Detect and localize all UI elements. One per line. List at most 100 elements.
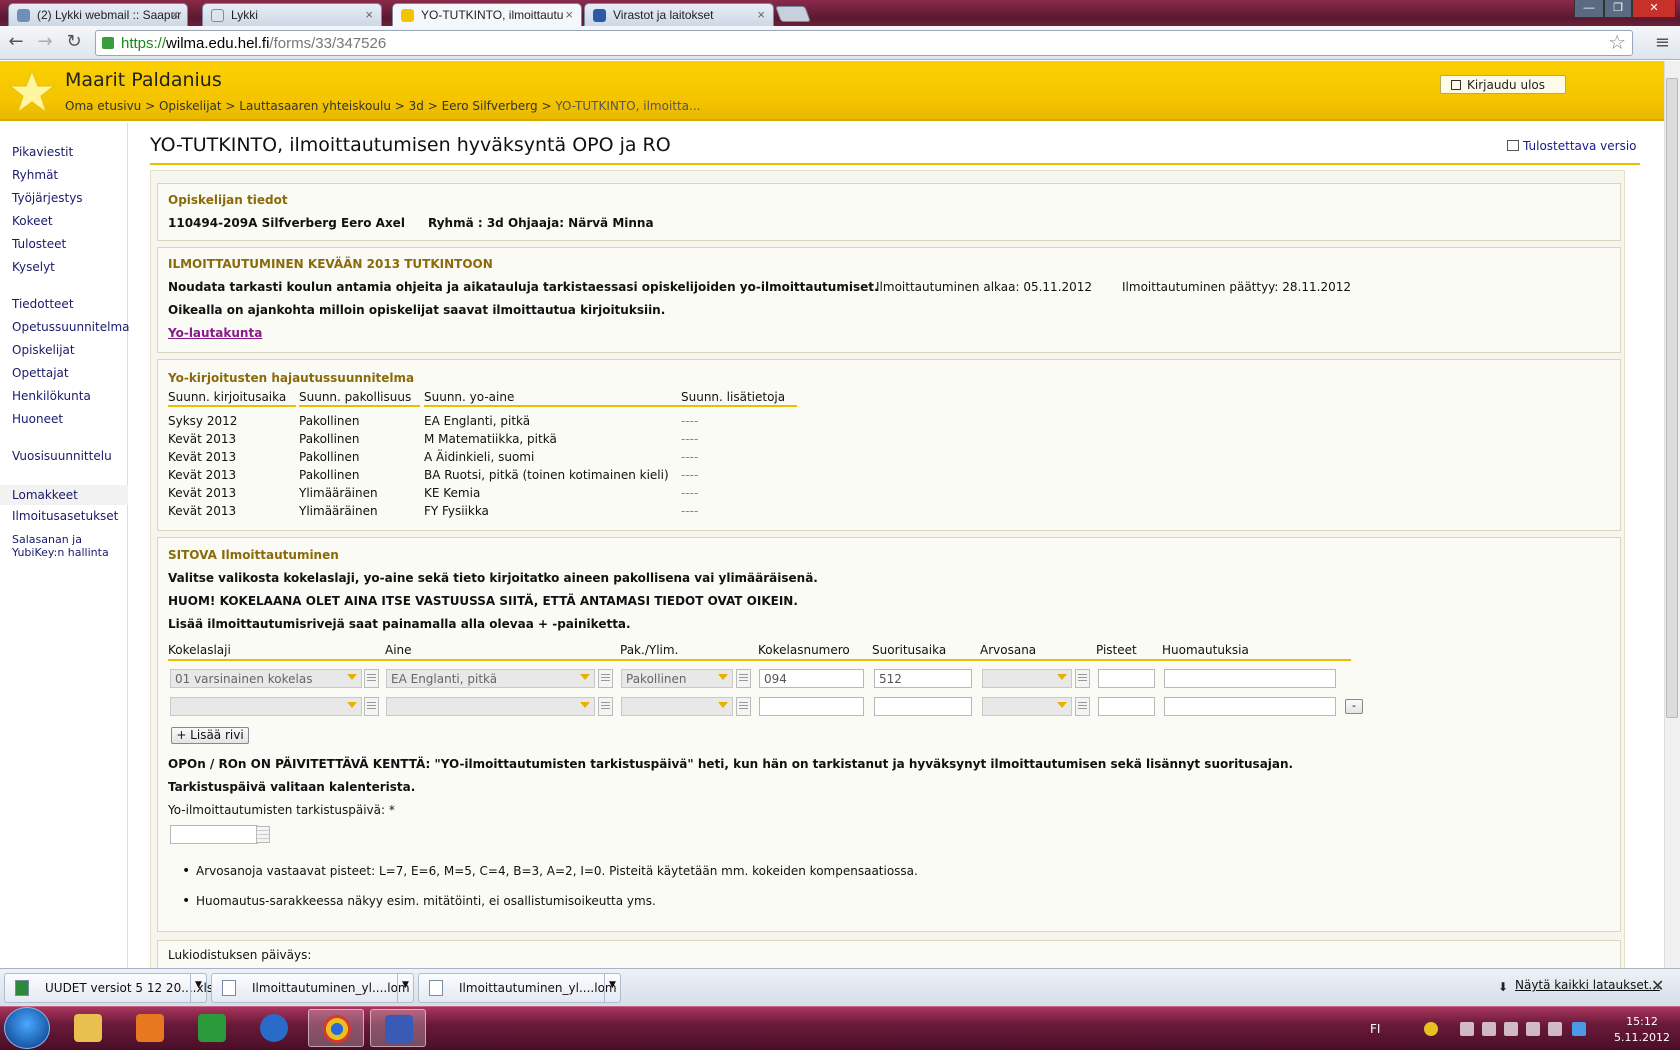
list-picker-button[interactable] (364, 697, 379, 716)
tray-icon[interactable] (1526, 1022, 1540, 1036)
sidebar-item-lomakkeet[interactable]: Lomakkeet (0, 485, 128, 505)
network-tray-icon[interactable] (1504, 1022, 1518, 1036)
sidebar-item-opiskelijat[interactable]: Opiskelijat (12, 343, 75, 357)
kokelaslaji-select[interactable]: 01 varsinainen kokelas (170, 669, 362, 688)
tab-virastot[interactable]: Virastot ja laitokset × (584, 3, 774, 26)
sidebar-item-pikaviestit[interactable]: Pikaviestit (12, 145, 73, 159)
aine-select[interactable] (386, 697, 595, 716)
sidebar-item-vuosisuunnittelu[interactable]: Vuosisuunnittelu (12, 449, 112, 463)
chevron-down-icon[interactable]: ▼ (190, 974, 206, 1002)
list-picker-button[interactable] (1075, 669, 1090, 688)
breadcrumb-item[interactable]: Opiskelijat (159, 99, 222, 113)
warning-tray-icon[interactable] (1424, 1022, 1438, 1036)
remove-row-button[interactable]: - (1345, 699, 1363, 714)
close-icon[interactable]: × (365, 7, 373, 22)
tab-lykki-webmail[interactable]: (2) Lykki webmail :: Saapur × (8, 3, 188, 26)
logout-button[interactable]: Kirjaudu ulos (1440, 75, 1566, 94)
arvosana-select[interactable] (982, 697, 1072, 716)
list-picker-button[interactable] (1075, 697, 1090, 716)
network-taskbar-icon[interactable] (246, 1009, 302, 1047)
media-player-taskbar-icon[interactable] (122, 1009, 178, 1047)
pakollisuus-select[interactable]: Pakollinen (621, 669, 733, 688)
sidebar-item-salasana[interactable]: Salasanan ja YubiKey:n hallinta (12, 533, 109, 559)
start-button[interactable] (4, 1007, 50, 1049)
sidebar-item-tyojarjestys[interactable]: Työjärjestys (12, 191, 83, 205)
minimize-button[interactable]: — (1574, 0, 1604, 18)
sidebar-item-opetussuunnitelma[interactable]: Opetussuunnitelma (12, 320, 129, 334)
dropbox-tray-icon[interactable] (1572, 1022, 1586, 1036)
chevron-down-icon[interactable]: ▼ (397, 974, 413, 1002)
download-item[interactable]: Ilmoittautuminen_yl....lom ▼ (211, 973, 414, 1003)
huomautuksia-input[interactable] (1164, 669, 1336, 688)
explorer-taskbar-icon[interactable] (60, 1009, 116, 1047)
maximize-button[interactable]: ❐ (1604, 0, 1632, 18)
address-bar[interactable]: https://wilma.edu.hel.fi/forms/33/347526 (95, 30, 1633, 56)
tab-lykki[interactable]: Lykki × (202, 3, 382, 26)
column-header: Aine (385, 643, 412, 657)
chevron-down-icon[interactable]: ▼ (604, 974, 620, 1002)
close-icon[interactable]: × (171, 7, 179, 22)
tarkistuspaiva-input[interactable] (170, 825, 258, 844)
language-indicator[interactable]: FI (1370, 1022, 1380, 1036)
reload-icon[interactable]: ↻ (63, 32, 85, 54)
sidebar-item-huoneet[interactable]: Huoneet (12, 412, 63, 426)
download-item[interactable]: Ilmoittautuminen_yl....lom ▼ (418, 973, 621, 1003)
add-row-button[interactable]: + Lisää rivi (171, 727, 249, 744)
scrollbar-thumb[interactable] (1666, 78, 1678, 718)
sidebar-item-tiedotteet[interactable]: Tiedotteet (12, 297, 74, 311)
printer-icon[interactable] (1507, 140, 1519, 151)
section-title: ILMOITTAUTUMINEN KEVÄÄN 2013 TUTKINTOON (168, 257, 493, 271)
yo-lautakunta-link[interactable]: Yo-lautakunta (168, 326, 262, 340)
calendar-icon[interactable] (256, 826, 270, 843)
aine-select[interactable]: EA Englanti, pitkä (386, 669, 595, 688)
app-taskbar-icon[interactable] (184, 1009, 240, 1047)
wilma-taskbar-icon[interactable] (370, 1009, 426, 1047)
system-clock[interactable]: 15:12 5.11.2012 (1612, 1014, 1672, 1046)
list-picker-button[interactable] (736, 669, 751, 688)
close-window-button[interactable]: ✕ (1632, 0, 1676, 18)
pisteet-input[interactable] (1098, 697, 1155, 716)
breadcrumb-item[interactable]: 3d (409, 99, 424, 113)
sidebar-item-henkilokunta[interactable]: Henkilökunta (12, 389, 91, 403)
show-all-downloads-link[interactable]: Näytä kaikki lataukset... (1515, 978, 1660, 992)
pisteet-input[interactable] (1098, 669, 1155, 688)
menu-icon[interactable]: ≡ (1655, 32, 1670, 53)
breadcrumb-item[interactable]: Oma etusivu (65, 99, 141, 113)
kokelaslaji-select[interactable] (170, 697, 362, 716)
breadcrumb-item[interactable]: Lauttasaaren yhteiskoulu (239, 99, 391, 113)
sidebar-item-tulosteet[interactable]: Tulosteet (12, 237, 66, 251)
list-picker-button[interactable] (598, 669, 613, 688)
sidebar-item-kyselyt[interactable]: Kyselyt (12, 260, 55, 274)
close-icon[interactable]: ✕ (1651, 976, 1664, 995)
list-picker-button[interactable] (598, 697, 613, 716)
back-icon[interactable]: ← (5, 32, 27, 54)
column-header: Kokelaslaji (168, 643, 231, 657)
kokelasnumero-input[interactable]: 094 (759, 669, 864, 688)
volume-tray-icon[interactable] (1548, 1022, 1562, 1036)
forward-icon[interactable]: → (34, 32, 56, 54)
suoritusaika-input[interactable] (874, 697, 972, 716)
suoritusaika-input[interactable]: 512 (874, 669, 972, 688)
sidebar-item-ryhmat[interactable]: Ryhmät (12, 168, 58, 182)
sidebar-item-opettajat[interactable]: Opettajat (12, 366, 69, 380)
sidebar-item-ilmoitusasetukset[interactable]: Ilmoitusasetukset (12, 509, 118, 523)
huomautuksia-input[interactable] (1164, 697, 1336, 716)
kokelasnumero-input[interactable] (759, 697, 864, 716)
pakollisuus-select[interactable] (621, 697, 733, 716)
wilma-star-logo-icon[interactable] (8, 69, 56, 114)
arvosana-select[interactable] (982, 669, 1072, 688)
bookmark-star-icon[interactable]: ☆ (1608, 30, 1626, 54)
list-picker-button[interactable] (364, 669, 379, 688)
close-icon[interactable]: × (757, 7, 765, 22)
sidebar-item-kokeet[interactable]: Kokeet (12, 214, 53, 228)
chrome-taskbar-icon[interactable] (308, 1009, 364, 1047)
breadcrumb-item[interactable]: Eero Silfverberg (442, 99, 538, 113)
close-icon[interactable]: × (565, 7, 573, 22)
print-version-link[interactable]: Tulostettava versio (1523, 139, 1637, 153)
tray-icon[interactable] (1460, 1022, 1474, 1036)
tray-icon[interactable] (1482, 1022, 1496, 1036)
download-item[interactable]: UUDET versiot 5 12 20....xls ▼ (4, 973, 213, 1003)
new-tab-button[interactable] (775, 6, 811, 22)
list-picker-button[interactable] (736, 697, 751, 716)
tab-yo-tutkinto[interactable]: YO-TUTKINTO, ilmoittautu × (392, 3, 582, 26)
